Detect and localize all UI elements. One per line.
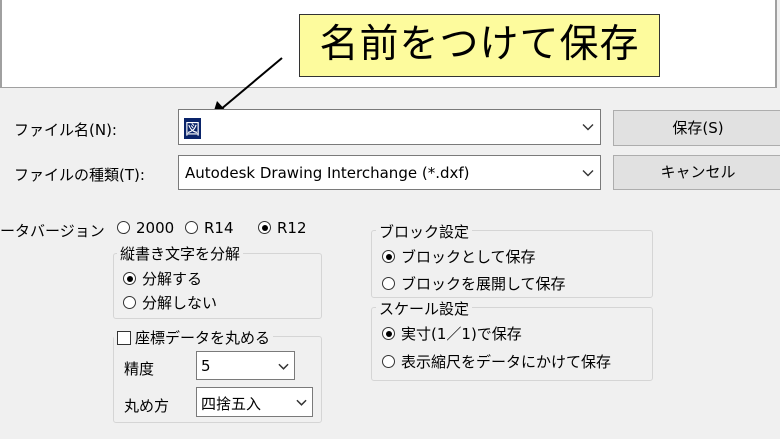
vertical-text-option-split[interactable]: 分解する xyxy=(123,268,202,289)
round-coords-title: 座標データを丸める xyxy=(135,329,271,347)
block-settings-title: ブロック設定 xyxy=(376,221,473,242)
version-option-r12[interactable]: R12 xyxy=(258,219,307,237)
radio-selected-icon[interactable] xyxy=(382,250,395,263)
vertical-text-title: 縦書き文字を分解 xyxy=(117,243,244,264)
radio-selected-icon[interactable] xyxy=(258,221,271,234)
version-option-label: R12 xyxy=(277,219,307,237)
radio-icon[interactable] xyxy=(123,296,136,309)
callout-label: 名前をつけて保存 xyxy=(299,14,660,77)
radio-selected-icon[interactable] xyxy=(123,272,136,285)
version-option-label: R14 xyxy=(204,219,234,237)
option-label: ブロックを展開して保存 xyxy=(401,275,566,293)
version-option-label: 2000 xyxy=(136,219,175,237)
radio-icon[interactable] xyxy=(117,221,130,234)
option-label: 実寸(1／1)で保存 xyxy=(401,325,522,343)
option-label: 表示縮尺をデータにかけて保存 xyxy=(401,353,612,371)
rounding-label: 丸め方 xyxy=(124,397,170,415)
radio-icon[interactable] xyxy=(185,221,198,234)
version-option-2000[interactable]: 2000 xyxy=(117,219,174,237)
data-version-label: ータバージョン xyxy=(0,222,105,240)
chevron-down-icon[interactable] xyxy=(278,361,289,372)
filename-label: ファイル名(N): xyxy=(14,121,117,139)
filetype-combobox[interactable]: Autodesk Drawing Interchange (*.dxf) xyxy=(178,155,601,190)
precision-select[interactable]: 5 xyxy=(196,351,295,380)
filetype-value: Autodesk Drawing Interchange (*.dxf) xyxy=(185,164,470,182)
radio-icon[interactable] xyxy=(382,277,395,290)
scale-settings-title: スケール設定 xyxy=(376,298,473,319)
precision-label: 精度 xyxy=(124,360,155,378)
radio-icon[interactable] xyxy=(382,355,395,368)
block-option-save[interactable]: ブロックとして保存 xyxy=(382,246,536,267)
scale-option-actual[interactable]: 実寸(1／1)で保存 xyxy=(382,323,522,344)
block-option-explode[interactable]: ブロックを展開して保存 xyxy=(382,273,566,294)
filetype-label: ファイルの種類(T): xyxy=(14,166,145,184)
vertical-text-option-nosplit[interactable]: 分解しない xyxy=(123,292,217,313)
rounding-select[interactable]: 四捨五入 xyxy=(196,387,313,417)
chevron-down-icon[interactable] xyxy=(582,121,594,133)
filename-combobox[interactable]: 図 xyxy=(178,109,601,145)
chevron-down-icon[interactable] xyxy=(582,167,594,179)
rounding-value: 四捨五入 xyxy=(201,395,262,413)
chevron-down-icon[interactable] xyxy=(296,397,307,408)
option-label: ブロックとして保存 xyxy=(401,248,536,266)
radio-selected-icon[interactable] xyxy=(382,327,395,340)
version-option-r14[interactable]: R14 xyxy=(185,219,234,237)
checkbox-icon[interactable] xyxy=(117,330,131,345)
option-label: 分解する xyxy=(142,270,203,288)
filename-input-value[interactable]: 図 xyxy=(184,118,202,139)
precision-value: 5 xyxy=(201,357,211,375)
round-coords-checkbox[interactable]: 座標データを丸める xyxy=(114,327,274,348)
cancel-button[interactable]: キャンセル xyxy=(613,155,780,190)
scale-option-display[interactable]: 表示縮尺をデータにかけて保存 xyxy=(382,351,611,372)
option-label: 分解しない xyxy=(142,294,218,312)
save-button[interactable]: 保存(S) xyxy=(613,110,780,146)
